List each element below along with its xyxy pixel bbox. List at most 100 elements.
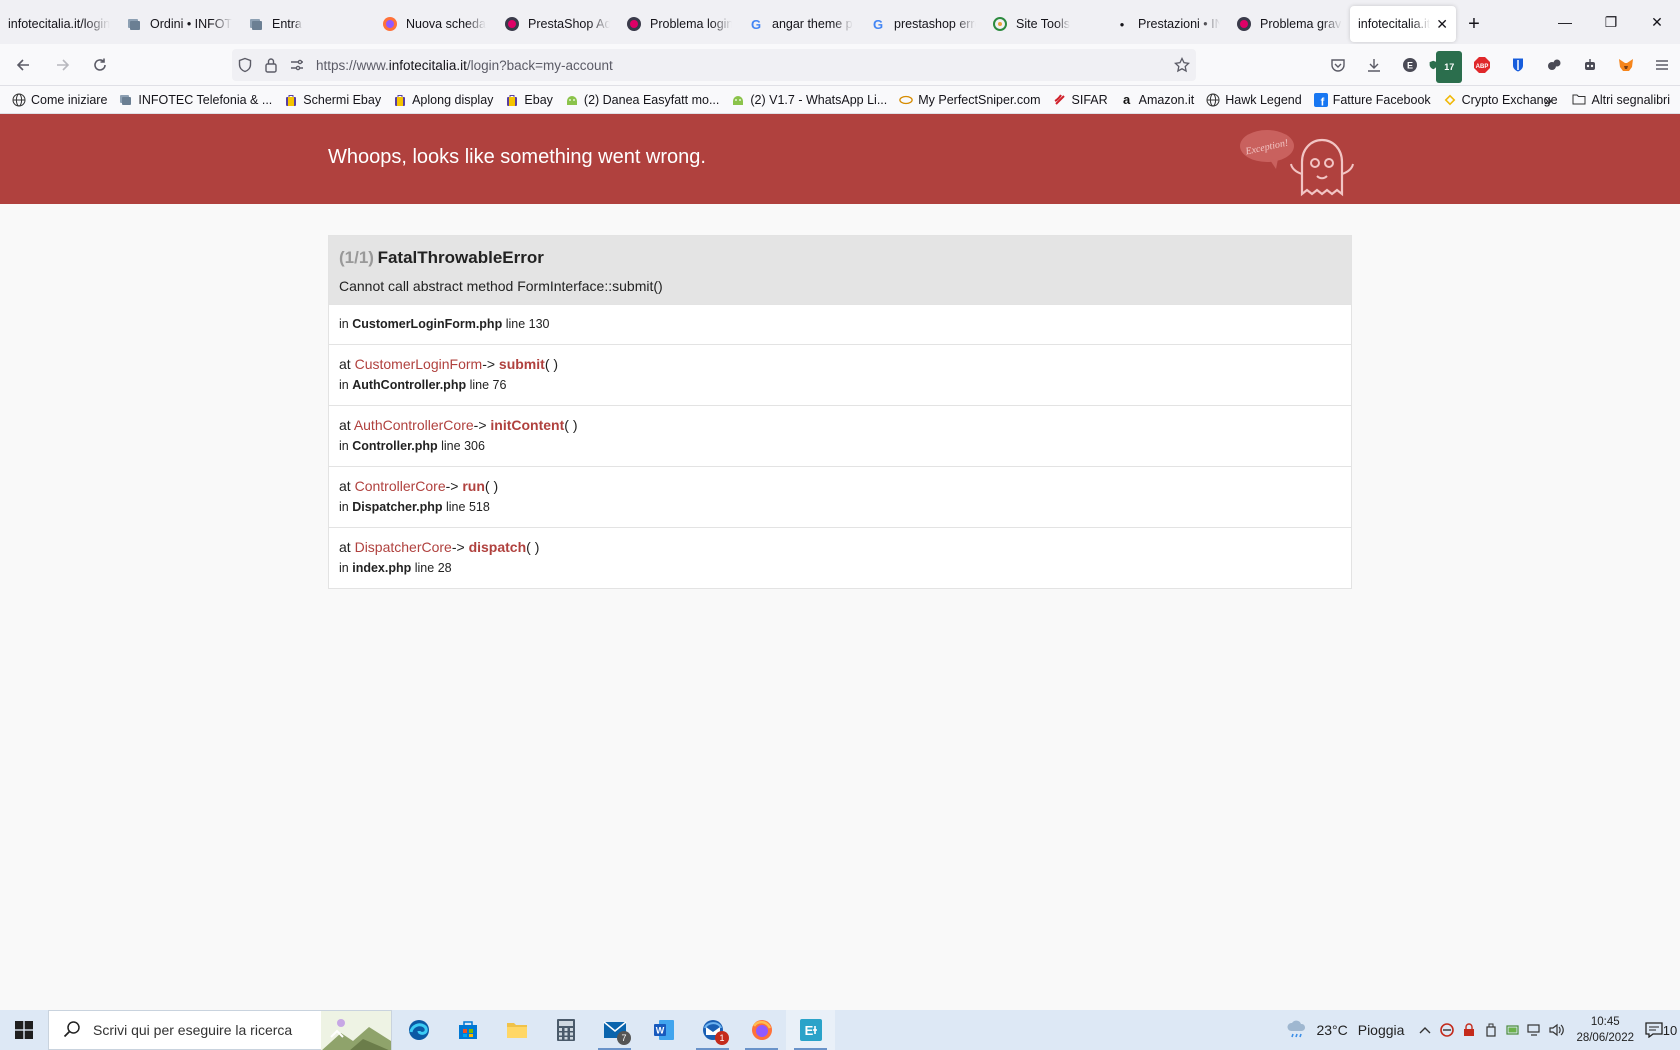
url-text[interactable]: https://www.infotecitalia.it/login?back=… bbox=[316, 58, 613, 73]
metamask-icon[interactable] bbox=[1608, 49, 1644, 81]
exception-box: (1/1) FatalThrowableError Cannot call ab… bbox=[328, 235, 1352, 589]
mail-icon[interactable]: 7 bbox=[590, 1010, 639, 1050]
extension-e-icon[interactable]: E bbox=[1392, 49, 1428, 81]
tab-label: angar theme p bbox=[772, 17, 853, 31]
download-icon[interactable] bbox=[1356, 49, 1392, 81]
svg-text:E: E bbox=[1407, 61, 1413, 71]
taskbar-search[interactable]: Scrivi qui per eseguire la ricerca bbox=[48, 1010, 392, 1050]
menu-icon[interactable] bbox=[1644, 49, 1680, 81]
bookmark-item[interactable]: Aplong display bbox=[387, 93, 499, 107]
tab-ordini[interactable]: Ordini • INFOTEC bbox=[118, 6, 240, 42]
store-icon[interactable] bbox=[443, 1010, 492, 1050]
trace-at: at bbox=[339, 417, 351, 433]
prestashop-icon bbox=[504, 16, 520, 32]
firefox-icon[interactable] bbox=[737, 1010, 786, 1050]
bookmarks-overflow-icon[interactable]: » bbox=[1544, 86, 1552, 114]
bookmark-item[interactable]: (2) Danea Easyfatt mo... bbox=[559, 93, 725, 107]
tab-prestazioni[interactable]: ● Prestazioni • INFOTEC bbox=[1106, 6, 1228, 42]
trace-class: DispatcherCore bbox=[354, 539, 452, 555]
calculator-icon[interactable] bbox=[541, 1010, 590, 1050]
dot-icon: ● bbox=[1119, 19, 1125, 29]
bookmark-item[interactable]: INFOTEC Telefonia & ... bbox=[113, 93, 278, 107]
easyfatt-icon[interactable]: E bbox=[786, 1010, 835, 1050]
tab-infotec-login-1[interactable]: infotecitalia.it/login bbox=[0, 6, 118, 42]
bookmark-item[interactable]: Ebay bbox=[499, 93, 559, 107]
trace-class: ControllerCore bbox=[354, 478, 446, 494]
bookmark-item[interactable]: SIFAR bbox=[1047, 93, 1114, 107]
tab-label: infotecitalia.it/login bbox=[1358, 17, 1431, 31]
chevron-up-icon[interactable] bbox=[1414, 1010, 1436, 1050]
firefox-icon bbox=[382, 16, 398, 32]
prestashop-icon bbox=[1236, 16, 1252, 32]
clock[interactable]: 10:45 28/06/2022 bbox=[1576, 1014, 1634, 1046]
weather-widget[interactable]: 23°C Pioggia bbox=[1286, 1019, 1404, 1042]
permissions-icon[interactable] bbox=[284, 49, 310, 81]
other-bookmarks[interactable]: Altri segnalibri bbox=[1572, 86, 1670, 114]
tab-problema-grave[interactable]: Problema grave bbox=[1228, 6, 1350, 42]
pocket-icon[interactable] bbox=[1320, 49, 1356, 81]
tab-strip: infotecitalia.it/login Ordini • INFOTEC … bbox=[0, 0, 1680, 44]
exception-summary: (1/1) FatalThrowableError Cannot call ab… bbox=[329, 236, 1351, 304]
trace-line: 518 bbox=[468, 500, 490, 514]
tab-label: prestashop erro bbox=[894, 17, 976, 31]
tray-app-icon[interactable] bbox=[1436, 1010, 1458, 1050]
tab-entra[interactable]: Entra bbox=[240, 6, 358, 42]
folder-icon bbox=[1572, 93, 1586, 108]
trace-file: Dispatcher.php bbox=[352, 500, 443, 514]
bookmark-label: Hawk Legend bbox=[1225, 92, 1302, 107]
bookmark-item[interactable]: Schermi Ebay bbox=[278, 93, 387, 107]
address-bar[interactable]: https://www.infotecitalia.it/login?back=… bbox=[232, 49, 1196, 81]
bookmark-item[interactable]: a Amazon.it bbox=[1114, 92, 1201, 107]
trace-parens: ( ) bbox=[526, 539, 540, 555]
tab-label: Ordini • INFOTEC bbox=[150, 17, 232, 31]
usb-drive-icon[interactable] bbox=[1480, 1010, 1502, 1050]
tab-nuova-scheda[interactable]: Nuova scheda bbox=[374, 6, 496, 42]
restore-icon[interactable]: ❐ bbox=[1588, 0, 1634, 44]
thunderbird-badge: 1 bbox=[715, 1031, 729, 1045]
bookmark-item[interactable]: f Fatture Facebook bbox=[1308, 92, 1437, 107]
bookmark-star-icon[interactable] bbox=[1174, 49, 1190, 81]
extension-robot-icon[interactable] bbox=[1572, 49, 1608, 81]
new-tab-button[interactable]: + bbox=[1456, 6, 1492, 42]
tab-problema-login[interactable]: Problema login bbox=[618, 6, 740, 42]
security-lock-icon[interactable] bbox=[1458, 1010, 1480, 1050]
android-icon bbox=[731, 93, 745, 107]
google-icon: G bbox=[872, 16, 884, 32]
search-input[interactable]: Scrivi qui per eseguire la ricerca bbox=[93, 1022, 292, 1038]
bitwarden-icon[interactable] bbox=[1500, 49, 1536, 81]
edge-icon[interactable] bbox=[394, 1010, 443, 1050]
tab-label: infotecitalia.it/login bbox=[8, 17, 110, 31]
tab-prestashop-addons[interactable]: PrestaShop Addons bbox=[496, 6, 618, 42]
tab-infotec-login-active[interactable]: infotecitalia.it/login ✕ bbox=[1350, 6, 1456, 42]
shield-icon[interactable] bbox=[232, 49, 258, 81]
notification-center-icon[interactable]: 10 bbox=[1642, 1010, 1680, 1050]
windows-start-icon[interactable] bbox=[0, 1010, 48, 1050]
thunderbird-icon[interactable]: 1 bbox=[688, 1010, 737, 1050]
privacy-badger-icon[interactable]: 17 bbox=[1428, 49, 1464, 83]
battery-icon[interactable] bbox=[1502, 1010, 1524, 1050]
bookmark-item[interactable]: (2) V1.7 - WhatsApp Li... bbox=[725, 93, 893, 107]
trace-parens: ( ) bbox=[484, 478, 499, 494]
extension-gears-icon[interactable] bbox=[1536, 49, 1572, 81]
network-icon[interactable] bbox=[1524, 1010, 1546, 1050]
tab-site-tools[interactable]: Site Tools bbox=[984, 6, 1106, 42]
bookmark-item[interactable]: Hawk Legend bbox=[1200, 93, 1307, 107]
file-explorer-icon[interactable] bbox=[492, 1010, 541, 1050]
adblock-plus-icon[interactable]: ABP bbox=[1464, 49, 1500, 81]
tab-google-angar[interactable]: G angar theme p bbox=[740, 6, 862, 42]
reload-icon[interactable] bbox=[82, 49, 118, 81]
bookmark-item[interactable]: Come iniziare bbox=[6, 93, 113, 107]
word-icon[interactable]: W bbox=[639, 1010, 688, 1050]
tab-google-prestashop[interactable]: G prestashop erro bbox=[862, 6, 984, 42]
volume-icon[interactable] bbox=[1546, 1010, 1568, 1050]
forward-icon[interactable] bbox=[44, 49, 80, 81]
lock-icon[interactable] bbox=[258, 49, 284, 81]
bookmark-item[interactable]: My PerfectSniper.com bbox=[893, 93, 1046, 107]
close-tab-icon[interactable]: ✕ bbox=[1436, 16, 1448, 33]
back-icon[interactable] bbox=[6, 49, 42, 81]
trace-line: 130 bbox=[528, 317, 550, 331]
svg-text:W: W bbox=[655, 1026, 664, 1036]
close-window-icon[interactable]: ✕ bbox=[1634, 0, 1680, 44]
minimize-icon[interactable]: — bbox=[1542, 0, 1588, 44]
svg-text:E: E bbox=[804, 1023, 813, 1038]
